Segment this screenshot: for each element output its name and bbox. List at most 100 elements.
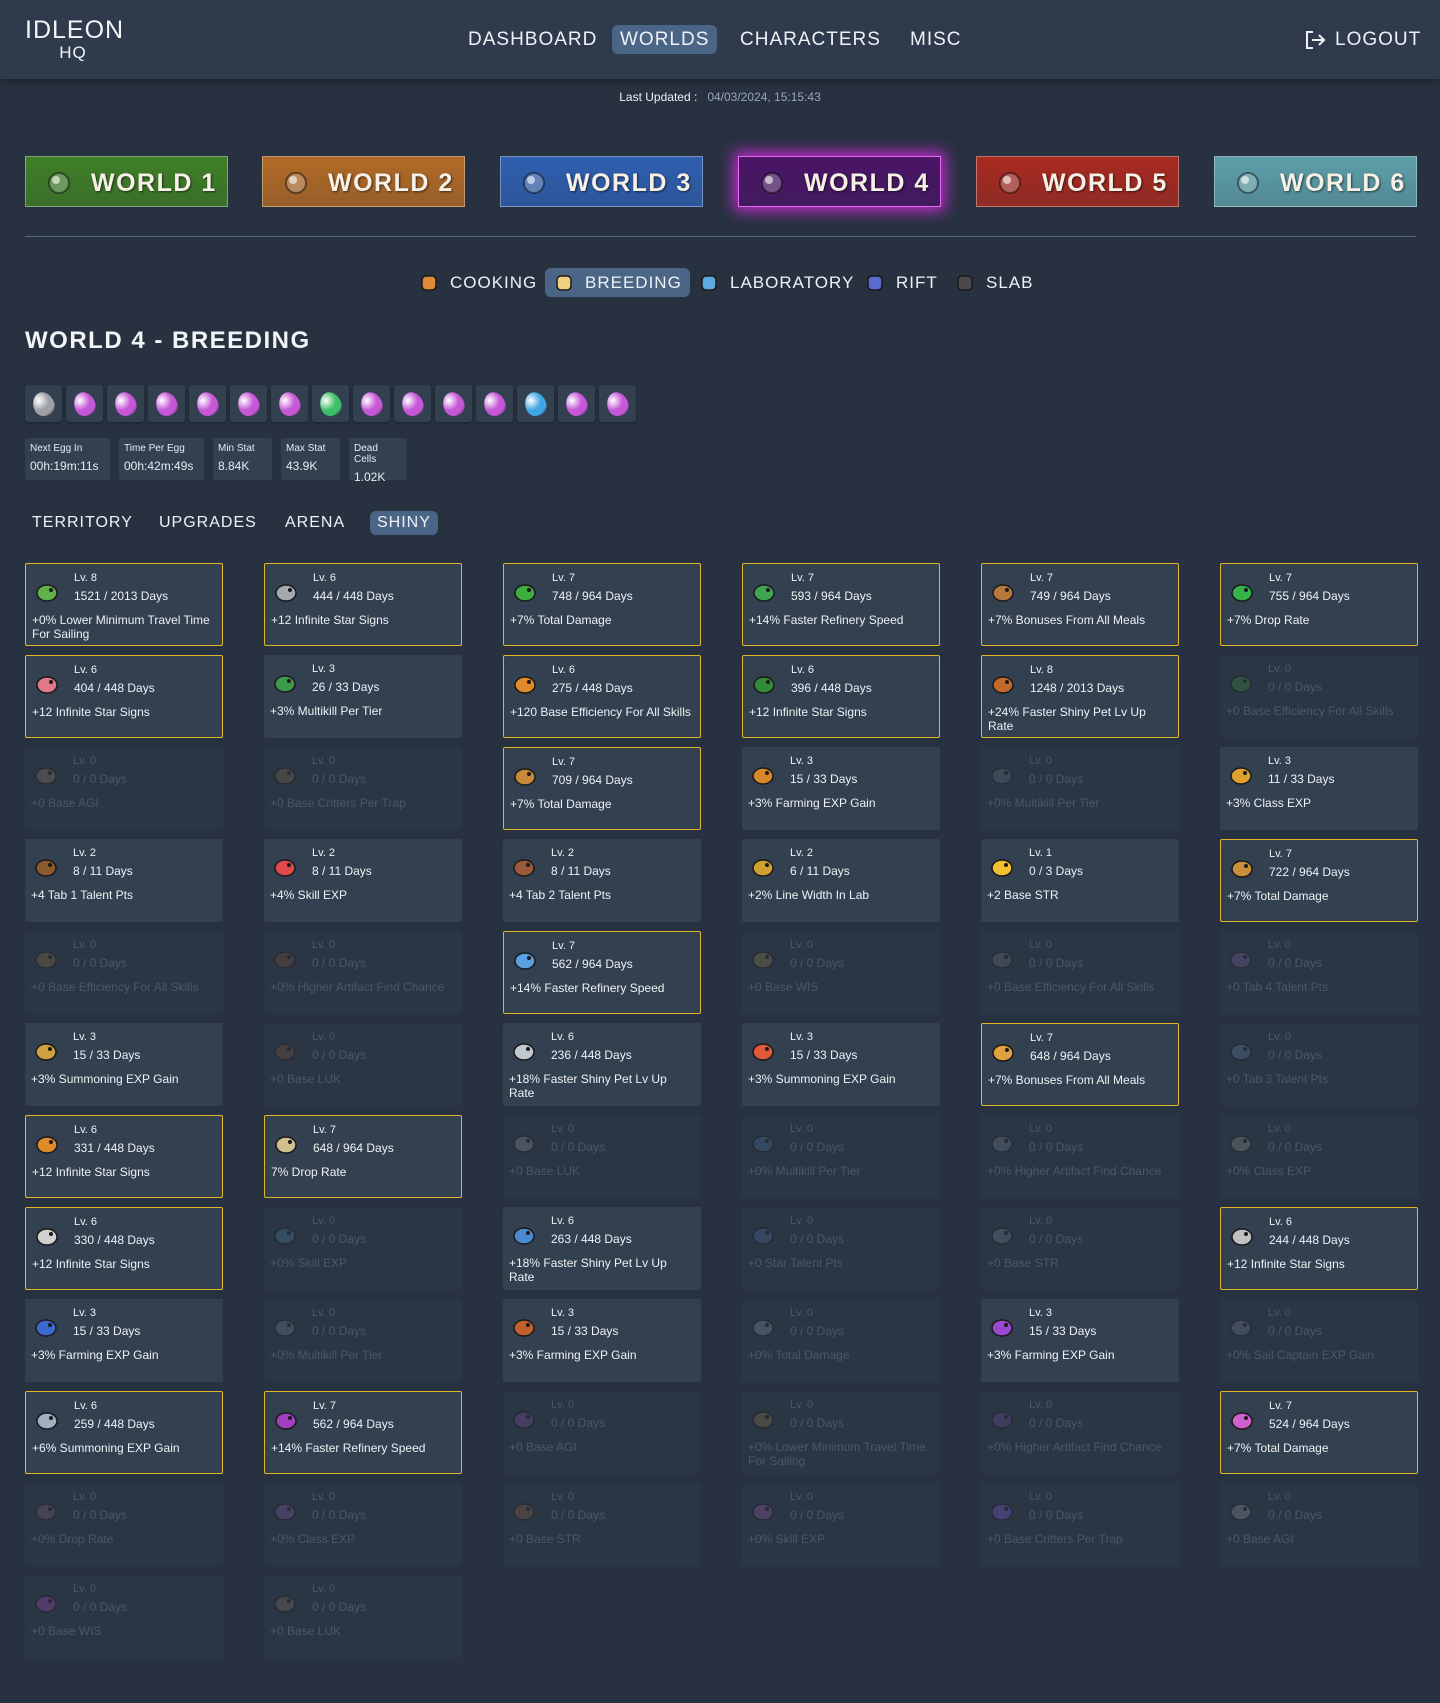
pet-card[interactable]: Lv. 6 259 / 448 Days +6% Summoning EXP Gai… (25, 1391, 223, 1474)
nav-dashboard[interactable]: DASHBOARD (460, 25, 605, 54)
pet-card[interactable]: Lv. 0 0 / 0 Days +0% Class EXP (264, 1483, 462, 1566)
subtab-slab[interactable]: SLAB (946, 268, 1041, 297)
logout-button[interactable]: LOGOUT (1304, 25, 1421, 54)
egg-slot (517, 385, 554, 422)
pet-icon (34, 670, 60, 696)
pet-card[interactable]: Lv. 0 0 / 0 Days +0 Base Critters Per Trap (264, 747, 462, 830)
pet-card[interactable]: Lv. 6 404 / 448 Days +12 Infinite Star Sig… (25, 655, 223, 738)
tab-arena[interactable]: ARENA (278, 511, 352, 535)
pet-card[interactable]: Lv. 0 0 / 0 Days +0% Higher Artifact Find … (981, 1115, 1179, 1198)
pet-card[interactable]: Lv. 0 0 / 0 Days +0 Base LUK (264, 1023, 462, 1106)
pet-card[interactable]: Lv. 7 755 / 964 Days +7% Drop Rate (1220, 563, 1418, 646)
pet-card[interactable]: Lv. 3 15 / 33 Days +3% Farming EXP Gain (981, 1299, 1179, 1382)
pet-card[interactable]: Lv. 7 648 / 964 Days +7% Bonuses From All … (981, 1023, 1179, 1106)
egg-slot (25, 385, 62, 422)
pet-card[interactable]: Lv. 0 0 / 0 Days +0 Base STR (503, 1483, 701, 1566)
pet-card[interactable]: Lv. 0 0 / 0 Days +0 Base STR (981, 1207, 1179, 1290)
pet-card[interactable]: Lv. 0 0 / 0 Days +0% Drop Rate (25, 1483, 223, 1566)
subtab-laboratory[interactable]: LABORATORY (690, 268, 862, 297)
pet-card[interactable]: Lv. 0 0 / 0 Days +0 Base Critters Per Trap (981, 1483, 1179, 1566)
pet-card[interactable]: Lv. 0 0 / 0 Days +0 Base WIS (742, 931, 940, 1014)
pet-card[interactable]: Lv. 2 8 / 11 Days +4 Tab 1 Talent Pts (25, 839, 223, 922)
pet-card[interactable]: Lv. 2 8 / 11 Days +4% Skill EXP (264, 839, 462, 922)
pet-card[interactable]: Lv. 7 524 / 964 Days +7% Total Damage (1220, 1391, 1418, 1474)
nav-misc[interactable]: MISC (902, 25, 970, 54)
pet-card[interactable]: Lv. 6 236 / 448 Days +18% Faster Shiny Pet… (503, 1023, 701, 1106)
pet-bonus: +0 Base WIS (748, 980, 819, 994)
nav-characters[interactable]: CHARACTERS (732, 25, 889, 54)
pet-card[interactable]: Lv. 7 709 / 964 Days +7% Total Damage (503, 747, 701, 830)
pet-card[interactable]: Lv. 3 11 / 33 Days +3% Class EXP (1220, 747, 1418, 830)
nav-worlds[interactable]: WORLDS (612, 25, 718, 54)
pet-card[interactable]: Lv. 3 15 / 33 Days +3% Summoning EXP Gain (25, 1023, 223, 1106)
pet-card[interactable]: Lv. 0 0 / 0 Days +0% Skill EXP (264, 1207, 462, 1290)
pet-card[interactable]: Lv. 0 0 / 0 Days +0 Base AGI (1220, 1483, 1418, 1566)
pet-card[interactable]: Lv. 7 562 / 964 Days +14% Faster Refinery … (503, 931, 701, 1014)
pet-card[interactable]: Lv. 0 0 / 0 Days +0 Base WIS (25, 1575, 223, 1658)
pet-card[interactable]: Lv. 0 0 / 0 Days +0% Multikill Per Tier (981, 747, 1179, 830)
world-5-button[interactable]: WORLD 5 (976, 156, 1179, 207)
pet-card[interactable]: Lv. 8 1248 / 2013 Days +24% Faster Shiny P… (981, 655, 1179, 738)
pet-card[interactable]: Lv. 3 15 / 33 Days +3% Farming EXP Gain (742, 747, 940, 830)
pet-card[interactable]: Lv. 6 331 / 448 Days +12 Infinite Star Sig… (25, 1115, 223, 1198)
pet-card[interactable]: Lv. 7 748 / 964 Days +7% Total Damage (503, 563, 701, 646)
pet-card[interactable]: Lv. 0 0 / 0 Days +0% Higher Artifact Find … (981, 1391, 1179, 1474)
pet-card[interactable]: Lv. 0 0 / 0 Days +0 Base LUK (503, 1115, 701, 1198)
world-1-button[interactable]: WORLD 1 (25, 156, 228, 207)
world-6-button[interactable]: WORLD 6 (1214, 156, 1417, 207)
pet-card[interactable]: Lv. 0 0 / 0 Days +0 Star Talent Pts (742, 1207, 940, 1290)
pet-card[interactable]: Lv. 6 244 / 448 Days +12 Infinite Star Sig… (1220, 1207, 1418, 1290)
pet-card[interactable]: Lv. 2 8 / 11 Days +4 Tab 2 Talent Pts (503, 839, 701, 922)
pet-card[interactable]: Lv. 7 722 / 964 Days +7% Total Damage (1220, 839, 1418, 922)
page-title: WORLD 4 - BREEDING (25, 327, 311, 354)
pet-card[interactable]: Lv. 8 1521 / 2013 Days +0% Lower Minimum T… (25, 563, 223, 646)
pet-card[interactable]: Lv. 7 593 / 964 Days +14% Faster Refinery … (742, 563, 940, 646)
pet-card[interactable]: Lv. 0 0 / 0 Days +0% Skill EXP (742, 1483, 940, 1566)
pet-card[interactable]: Lv. 0 0 / 0 Days +0 Base Efficiency For Al… (1220, 655, 1418, 738)
pet-card[interactable]: Lv. 0 0 / 0 Days +0 Base Efficiency For Al… (981, 931, 1179, 1014)
tab-territory[interactable]: TERRITORY (25, 511, 140, 535)
pet-card[interactable]: Lv. 7 648 / 964 Days 7% Drop Rate (264, 1115, 462, 1198)
pet-card[interactable]: Lv. 0 0 / 0 Days +0% Total Damage (742, 1299, 940, 1382)
pet-level: Lv. 6 (791, 664, 815, 676)
pet-card[interactable]: Lv. 0 0 / 0 Days +0 Tab 4 Talent Pts (1220, 931, 1418, 1014)
pet-card[interactable]: Lv. 0 0 / 0 Days +0 Tab 3 Talent Pts (1220, 1023, 1418, 1106)
world-2-button[interactable]: WORLD 2 (262, 156, 465, 207)
pet-card[interactable]: Lv. 6 396 / 448 Days +12 Infinite Star Sig… (742, 655, 940, 738)
pet-level: Lv. 1 (1029, 847, 1053, 859)
pet-card[interactable]: Lv. 0 0 / 0 Days +0 Base LUK (264, 1575, 462, 1658)
pet-card[interactable]: Lv. 6 444 / 448 Days +12 Infinite Star Sig… (264, 563, 462, 646)
pet-card[interactable]: Lv. 3 26 / 33 Days +3% Multikill Per Tier (264, 655, 462, 738)
pet-card[interactable]: Lv. 0 0 / 0 Days +0% Multikill Per Tier (742, 1115, 940, 1198)
pet-card[interactable]: Lv. 0 0 / 0 Days +0% Multikill Per Tier (264, 1299, 462, 1382)
tab-shiny[interactable]: SHINY (370, 511, 438, 535)
pet-bonus: +12 Infinite Star Signs (32, 1165, 150, 1179)
pet-card[interactable]: Lv. 6 263 / 448 Days +18% Faster Shiny Pet… (503, 1207, 701, 1290)
pet-card[interactable]: Lv. 0 0 / 0 Days +0% Class EXP (1220, 1115, 1418, 1198)
pet-card[interactable]: Lv. 3 15 / 33 Days +3% Summoning EXP Gain (742, 1023, 940, 1106)
pet-card[interactable]: Lv. 0 0 / 0 Days +0 Base AGI (503, 1391, 701, 1474)
pet-level: Lv. 0 (551, 1491, 575, 1503)
pet-card[interactable]: Lv. 0 0 / 0 Days +0% Lower Minimum Travel … (742, 1391, 940, 1474)
subtab-breeding[interactable]: BREEDING (545, 268, 690, 297)
world-3-button[interactable]: WORLD 3 (500, 156, 703, 207)
pet-card[interactable]: Lv. 0 0 / 0 Days +0 Base Efficiency For Al… (25, 931, 223, 1014)
pet-bonus: +14% Faster Refinery Speed (271, 1441, 426, 1455)
pet-card[interactable]: Lv. 6 275 / 448 Days +120 Base Efficiency … (503, 655, 701, 738)
pet-days: 15 / 33 Days (551, 1324, 619, 1338)
pet-card[interactable]: Lv. 3 15 / 33 Days +3% Farming EXP Gain (503, 1299, 701, 1382)
world-4-button[interactable]: WORLD 4 (738, 156, 941, 207)
pet-card[interactable]: Lv. 7 749 / 964 Days +7% Bonuses From All … (981, 563, 1179, 646)
pet-card[interactable]: Lv. 6 330 / 448 Days +12 Infinite Star Sig… (25, 1207, 223, 1290)
pet-card[interactable]: Lv. 0 0 / 0 Days +0% Sail Captain EXP Gain (1220, 1299, 1418, 1382)
pet-card[interactable]: Lv. 0 0 / 0 Days +0% Higher Artifact Find … (264, 931, 462, 1014)
pet-card[interactable]: Lv. 0 0 / 0 Days +0 Base AGI (25, 747, 223, 830)
pet-card[interactable]: Lv. 3 15 / 33 Days +3% Farming EXP Gain (25, 1299, 223, 1382)
subtab-rift[interactable]: RIFT (856, 268, 946, 297)
pet-card[interactable]: Lv. 1 0 / 3 Days +2 Base STR (981, 839, 1179, 922)
pet-card[interactable]: Lv. 7 562 / 964 Days +14% Faster Refinery … (264, 1391, 462, 1474)
subtab-cooking[interactable]: COOKING (410, 268, 545, 297)
pet-card[interactable]: Lv. 2 6 / 11 Days +2% Line Width In Lab (742, 839, 940, 922)
tab-upgrades[interactable]: UPGRADES (152, 511, 264, 535)
logo[interactable]: IDLEON HQ (25, 18, 123, 62)
